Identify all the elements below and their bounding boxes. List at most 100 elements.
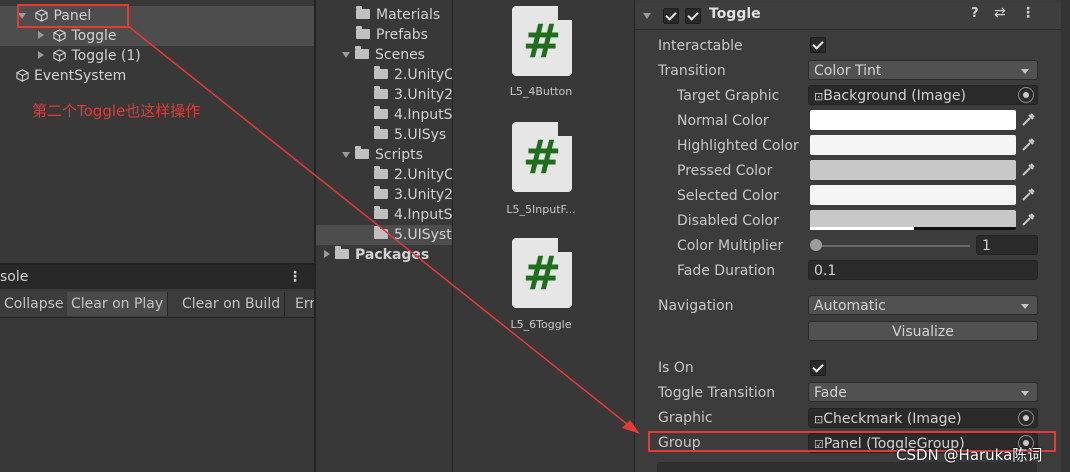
folder-icon [356, 26, 370, 39]
folder-item[interactable]: 3.Unity2 [374, 185, 452, 205]
hierarchy-item-label: Toggle [71, 28, 117, 44]
foldout-arrow-icon[interactable] [643, 13, 651, 19]
navigation-label: Navigation [658, 298, 734, 314]
folder-icon [374, 66, 388, 79]
asset-name: L5_4Button [509, 85, 573, 98]
folder-item[interactable]: Scripts [342, 145, 423, 165]
normal-color-label: Normal Color [677, 113, 769, 129]
hierarchy-item-toggle[interactable]: Toggle [0, 26, 314, 46]
visualize-button[interactable]: Visualize [808, 321, 1038, 341]
folder-item[interactable]: Prefabs [356, 25, 428, 45]
csharp-script-icon: # [522, 130, 562, 184]
inspector-scrollbar[interactable] [1061, 0, 1070, 472]
expand-arrow-icon[interactable] [38, 51, 44, 59]
expand-arrow-icon[interactable] [342, 152, 350, 158]
folder-item[interactable]: 3.Unity2 [374, 85, 452, 105]
folder-item[interactable]: 2.UnityC [374, 65, 452, 85]
image-icon: ⊡ [814, 413, 824, 426]
chevron-down-icon [1021, 304, 1029, 309]
folder-item[interactable]: Scenes [342, 45, 425, 65]
folder-item[interactable]: 2.UnityC [374, 165, 452, 185]
clear-on-build-button[interactable]: Clear on Build [178, 292, 286, 316]
selected-color-swatch[interactable] [810, 185, 1016, 205]
toggle-component-icon [685, 8, 701, 24]
folder-icon [374, 106, 388, 119]
color-multiplier-slider-track[interactable] [815, 245, 970, 247]
folder-icon [356, 6, 370, 19]
folder-icon [374, 166, 388, 179]
script-asset-icon[interactable]: # [512, 238, 572, 308]
image-icon: ⊡ [814, 90, 824, 103]
folder-item[interactable]: 5.UISys [374, 125, 446, 145]
console-tab-label[interactable]: sole [0, 265, 28, 289]
annotation-text: 第二个Toggle也这样操作 [32, 102, 201, 120]
hierarchy-item-toggle-1[interactable]: Toggle (1) [0, 46, 314, 66]
asset-name: L5_5InputF... [506, 203, 576, 216]
is-on-checkbox[interactable] [810, 360, 826, 376]
color-multiplier-slider-handle[interactable] [810, 239, 822, 251]
watermark: CSDN @Haruka陈词 [896, 446, 1043, 464]
eyedropper-icon[interactable] [1019, 211, 1037, 229]
expand-arrow-icon[interactable] [324, 250, 330, 258]
expand-arrow-icon[interactable] [342, 52, 350, 58]
disabled-color-label: Disabled Color [677, 213, 779, 229]
folder-icon [374, 86, 388, 99]
transition-dropdown[interactable]: Color Tint [808, 60, 1038, 80]
hierarchy-item-label: Toggle (1) [71, 48, 141, 64]
component-enabled-checkbox[interactable] [663, 8, 679, 24]
navigation-dropdown[interactable]: Automatic [808, 295, 1038, 315]
gameobject-cube-icon [53, 29, 67, 42]
eyedropper-icon[interactable] [1019, 161, 1037, 179]
folder-item[interactable]: Materials [356, 5, 440, 25]
target-graphic-field[interactable]: ⊡Background (Image) [808, 85, 1038, 105]
interactable-label: Interactable [658, 38, 743, 54]
highlighted-color-swatch[interactable] [810, 135, 1016, 155]
folder-item[interactable]: 4.InputS [374, 105, 452, 125]
component-header[interactable]: Toggle ? ⇄ ⋮ [635, 3, 1061, 30]
expand-arrow-icon[interactable] [38, 31, 44, 39]
console-tab-bar: sole ⋮ [0, 265, 314, 289]
folder-icon [374, 186, 388, 199]
more-options-icon[interactable]: ⋮ [288, 265, 302, 289]
script-asset-icon[interactable]: # [512, 122, 572, 192]
csharp-script-icon: # [522, 14, 562, 68]
alpha-bar [810, 227, 914, 230]
console-panel: sole ⋮ Collapse Clear on Play Clear on B… [0, 265, 315, 472]
graphic-field[interactable]: ⊡Checkmark (Image) [808, 408, 1038, 428]
graphic-label: Graphic [658, 410, 713, 426]
disabled-color-swatch[interactable] [810, 210, 1016, 230]
project-assets-grid: # L5_4Button # L5_5InputF... # L5_6Toggl… [453, 0, 633, 472]
normal-color-swatch[interactable] [810, 110, 1016, 130]
annotation-highlight-panel [17, 4, 129, 28]
toggle-transition-label: Toggle Transition [658, 385, 776, 401]
eyedropper-icon[interactable] [1019, 111, 1037, 129]
asset-name: L5_6Toggle [510, 318, 572, 331]
is-on-label: Is On [658, 360, 694, 376]
object-picker-icon[interactable] [1018, 410, 1034, 426]
highlighted-color-label: Highlighted Color [677, 138, 799, 154]
object-picker-icon[interactable] [1018, 87, 1034, 103]
color-multiplier-input[interactable]: 1 [976, 235, 1038, 255]
help-icon[interactable]: ? [971, 6, 979, 21]
folder-icon [374, 226, 388, 239]
folder-item[interactable]: 4.InputS [374, 205, 452, 225]
hierarchy-panel: Panel Toggle Toggle (1) EventSystem 第二个T… [0, 0, 314, 263]
toggle-transition-dropdown[interactable]: Fade [808, 382, 1038, 402]
console-toolbar: Collapse Clear on Play Clear on Build Er… [0, 291, 315, 318]
interactable-checkbox[interactable] [810, 37, 826, 53]
eyedropper-icon[interactable] [1019, 136, 1037, 154]
eyedropper-icon[interactable] [1019, 186, 1037, 204]
fade-duration-input[interactable]: 0.1 [808, 260, 1038, 280]
gameobject-cube-icon [16, 69, 29, 82]
more-options-icon[interactable]: ⋮ [1021, 5, 1035, 21]
preset-icon[interactable]: ⇄ [994, 5, 1006, 21]
collapse-button[interactable]: Collapse [0, 292, 69, 316]
folder-item-selected[interactable]: 5.UISyst [316, 225, 452, 245]
folder-icon [374, 126, 388, 139]
pressed-color-swatch[interactable] [810, 160, 1016, 180]
target-graphic-label: Target Graphic [677, 88, 780, 104]
script-asset-icon[interactable]: # [512, 6, 572, 76]
folder-item-packages[interactable]: Packages [324, 245, 429, 265]
hierarchy-item-eventsystem[interactable]: EventSystem [0, 66, 314, 86]
clear-on-play-button[interactable]: Clear on Play [67, 292, 169, 316]
